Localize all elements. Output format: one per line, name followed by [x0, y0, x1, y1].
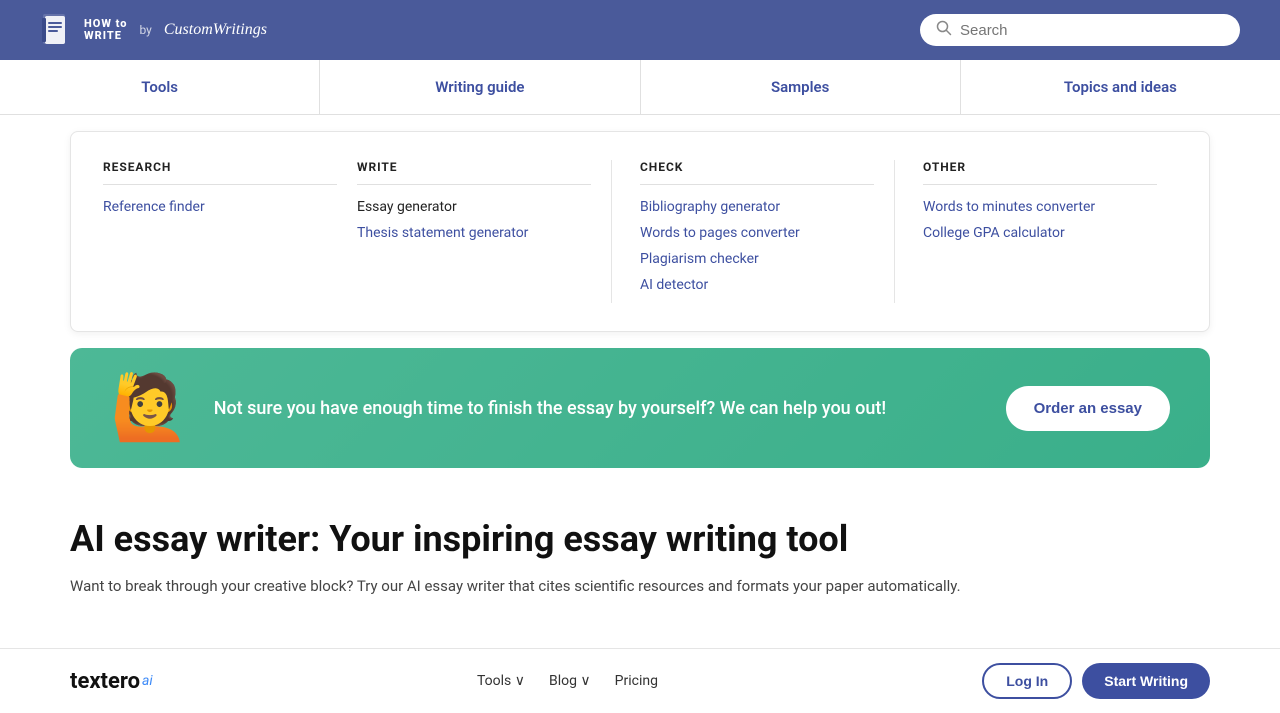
bottom-buttons: Log In Start Writing [982, 663, 1210, 699]
banner-emoji: 🙋 [110, 376, 190, 440]
college-gpa-link[interactable]: College GPA calculator [923, 225, 1157, 241]
logo-area: HOW to WRITE by CustomWritings [40, 12, 267, 48]
tools-dropdown-panel: RESEARCH Reference finder WRITE Essay ge… [70, 131, 1210, 332]
logo-icon [40, 12, 76, 48]
textero-logo-area: textero ai [70, 669, 153, 694]
bibliography-generator-link[interactable]: Bibliography generator [640, 199, 874, 215]
logo-brand: CustomWritings [164, 21, 267, 39]
essay-generator-link[interactable]: Essay generator [357, 199, 591, 215]
page-title: AI essay writer: Your inspiring essay wr… [70, 518, 1210, 560]
plagiarism-checker-link[interactable]: Plagiarism checker [640, 251, 874, 267]
write-header: WRITE [357, 160, 591, 185]
search-input[interactable] [960, 22, 1224, 39]
textero-logo-text: textero [70, 669, 140, 694]
other-column: OTHER Words to minutes converter College… [895, 160, 1177, 303]
textero-ai-suffix: ai [142, 673, 153, 689]
search-bar[interactable] [920, 14, 1240, 46]
research-header: RESEARCH [103, 160, 337, 185]
header: HOW to WRITE by CustomWritings [0, 0, 1280, 60]
bottom-nav-pricing[interactable]: Pricing [615, 673, 658, 689]
research-column: RESEARCH Reference finder [103, 160, 357, 303]
nav-item-writing-guide[interactable]: Writing guide [320, 60, 640, 114]
nav-item-tools[interactable]: Tools [0, 60, 320, 114]
bottom-nav-tools[interactable]: Tools ∨ [477, 673, 525, 689]
start-writing-button[interactable]: Start Writing [1082, 663, 1210, 699]
thesis-statement-link[interactable]: Thesis statement generator [357, 225, 591, 241]
other-header: OTHER [923, 160, 1157, 185]
ai-detector-link[interactable]: AI detector [640, 277, 874, 293]
bottom-bar: textero ai Tools ∨ Blog ∨ Pricing Log In… [0, 648, 1280, 713]
write-column: WRITE Essay generator Thesis statement g… [357, 160, 611, 303]
search-icon [936, 20, 952, 40]
bottom-navigation: Tools ∨ Blog ∨ Pricing [477, 673, 658, 689]
page-subtitle: Want to break through your creative bloc… [70, 574, 1210, 598]
logo-by: by [139, 23, 151, 37]
nav-item-topics[interactable]: Topics and ideas [961, 60, 1280, 114]
words-to-pages-link[interactable]: Words to pages converter [640, 225, 874, 241]
main-content: AI essay writer: Your inspiring essay wr… [0, 488, 1280, 618]
main-nav: Tools Writing guide Samples Topics and i… [0, 60, 1280, 115]
order-essay-button[interactable]: Order an essay [1006, 386, 1170, 431]
words-to-minutes-link[interactable]: Words to minutes converter [923, 199, 1157, 215]
reference-finder-link[interactable]: Reference finder [103, 199, 337, 215]
nav-item-samples[interactable]: Samples [641, 60, 961, 114]
bottom-nav-blog[interactable]: Blog ∨ [549, 673, 591, 689]
check-column: CHECK Bibliography generator Words to pa… [611, 160, 895, 303]
promo-banner: 🙋 Not sure you have enough time to finis… [70, 348, 1210, 468]
login-button[interactable]: Log In [982, 663, 1072, 699]
check-header: CHECK [640, 160, 874, 185]
banner-text: Not sure you have enough time to finish … [214, 395, 982, 422]
